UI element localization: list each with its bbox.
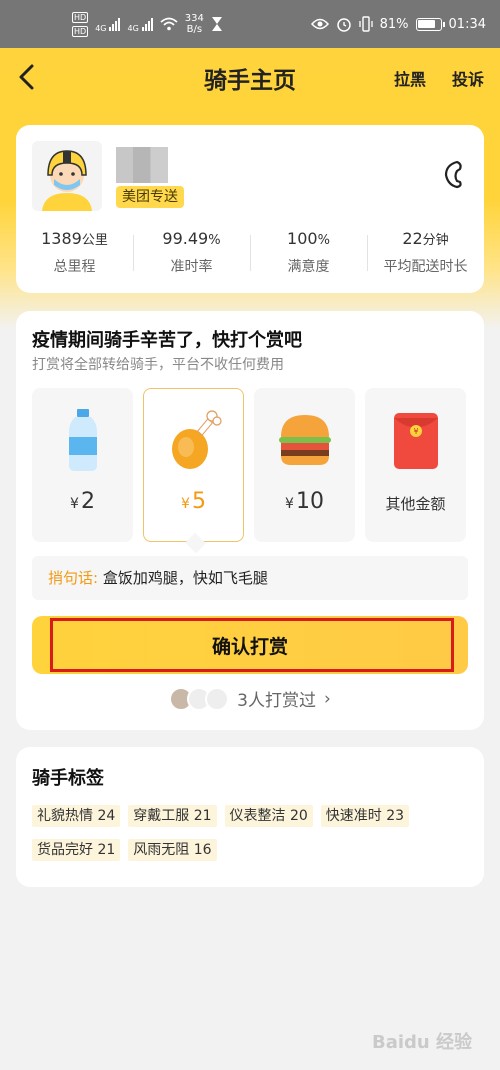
watermark: Baidu 经验	[371, 1032, 472, 1053]
speed-value: 334	[184, 13, 204, 24]
stat-value: 99.49%	[162, 229, 221, 248]
report-button[interactable]: 投诉	[452, 66, 484, 90]
rider-tag: 货品完好 21	[32, 839, 121, 861]
chicken-leg-icon	[172, 410, 222, 469]
tipped-count: 3人打赏过	[237, 691, 316, 711]
tag-list: 礼貌热情 24 穿戴工服 21 仪表整洁 20 快速准时 23 货品完好 21 …	[32, 805, 472, 861]
phone-icon	[444, 160, 462, 189]
clock: 01:34	[448, 16, 486, 32]
network-type: 4G	[95, 23, 107, 33]
eye-icon	[310, 18, 329, 30]
stat-value: 22分钟	[402, 229, 449, 248]
tipper-avatar	[205, 686, 230, 711]
network-speed: 334 B/s	[185, 13, 204, 35]
signal-icon	[141, 17, 153, 31]
stat-delivery-time: 22分钟 平均配送时长	[367, 229, 484, 276]
nav-bar: 骑手主页 拉黑 投诉	[0, 48, 500, 108]
hd-icon: HD	[72, 25, 89, 37]
tip-option-10[interactable]: ¥10	[254, 388, 355, 542]
stat-ontime: 99.49% 准时率	[133, 229, 250, 276]
stat-label: 平均配送时长	[383, 259, 468, 275]
rider-profile-card: 美团专送 1389公里 总里程 99.49% 准时率 100% 满意度 22分钟…	[16, 125, 484, 293]
stat-label: 满意度	[287, 259, 330, 275]
tip-amount-other: 其他金额	[385, 495, 446, 513]
stat-value: 100%	[287, 229, 330, 248]
tip-option-2[interactable]: ¥2	[32, 388, 133, 542]
stat-satisfaction: 100% 满意度	[250, 229, 367, 276]
tip-option-other[interactable]: ¥ 其他金额	[365, 388, 466, 542]
rider-tag: 穿戴工服 21	[128, 805, 217, 827]
confirm-tip-button[interactable]: 确认打赏	[32, 616, 468, 674]
signal-icon	[109, 17, 121, 31]
stat-label: 准时率	[170, 259, 213, 275]
rider-tag: 礼貌热情 24	[32, 805, 121, 827]
back-arrow-icon	[19, 64, 34, 90]
alarm-icon	[336, 18, 351, 32]
burger-icon	[279, 415, 331, 465]
hd-icon: HD	[72, 11, 89, 23]
rider-tag: 风雨无阻 16	[128, 839, 217, 861]
water-bottle-icon	[69, 409, 97, 471]
tip-message-field[interactable]: 捎句话: 盒饭加鸡腿，快如飞毛腿	[32, 556, 468, 600]
status-bar: HD HD 4G 4G 334 B/s 81% 01:34	[0, 0, 500, 48]
block-button[interactable]: 拉黑	[394, 66, 426, 90]
rider-tags-card: 骑手标签 礼貌热情 24 穿戴工服 21 仪表整洁 20 快速准时 23 货品完…	[16, 747, 484, 887]
vibrate-icon	[358, 16, 373, 32]
message-text: 盒饭加鸡腿，快如飞毛腿	[102, 569, 268, 587]
rider-stats: 1389公里 总里程 99.49% 准时率 100% 满意度 22分钟 平均配送…	[16, 229, 484, 276]
back-button[interactable]	[12, 62, 40, 92]
rider-tag: 仪表整洁 20	[224, 805, 313, 827]
battery-icon	[415, 17, 445, 31]
wifi-icon	[160, 17, 178, 31]
tip-amount: ¥5	[181, 489, 206, 514]
hd-indicators: HD HD	[72, 11, 89, 37]
tip-options: ¥2 ¥5 ¥10 ¥ 其他金额	[32, 388, 466, 542]
tags-title: 骑手标签	[32, 768, 104, 789]
message-label: 捎句话:	[48, 569, 99, 587]
rider-name-redacted	[116, 147, 168, 183]
tip-card: 疫情期间骑手辛苦了，快打个赏吧 打赏将全部转给骑手，平台不收任何费用 ¥2 ¥5	[16, 311, 484, 730]
speed-unit: B/s	[186, 24, 203, 35]
rider-tag: 快速准时 23	[320, 805, 410, 827]
rider-avatar	[32, 141, 102, 211]
hourglass-icon	[211, 17, 222, 31]
battery-percent: 81%	[379, 16, 409, 32]
chevron-right-icon: ›	[324, 688, 331, 709]
tipper-avatars	[169, 686, 230, 711]
svg-text:¥: ¥	[413, 427, 418, 436]
status-left: HD HD 4G 4G 334 B/s	[72, 11, 223, 37]
nav-actions: 拉黑 投诉	[394, 66, 484, 90]
tippers-summary[interactable]: 3人打赏过 ›	[16, 686, 484, 711]
tip-amount: ¥10	[285, 489, 324, 514]
red-envelope-icon: ¥	[394, 413, 438, 469]
stat-value: 1389公里	[41, 229, 108, 248]
stat-distance: 1389公里 总里程	[16, 229, 133, 276]
stat-label: 总里程	[53, 259, 96, 275]
rider-helmet-avatar-icon	[42, 150, 92, 211]
service-badge: 美团专送	[116, 186, 184, 208]
tip-option-5[interactable]: ¥5	[143, 388, 244, 542]
network-type: 4G	[127, 23, 139, 33]
call-button[interactable]	[438, 159, 466, 189]
tip-subtitle: 打赏将全部转给骑手，平台不收任何费用	[32, 357, 284, 373]
annotation-highlight-box	[50, 618, 454, 672]
tip-amount: ¥2	[70, 489, 95, 514]
status-right: 81% 01:34	[310, 16, 486, 32]
tip-title: 疫情期间骑手辛苦了，快打个赏吧	[32, 330, 302, 351]
